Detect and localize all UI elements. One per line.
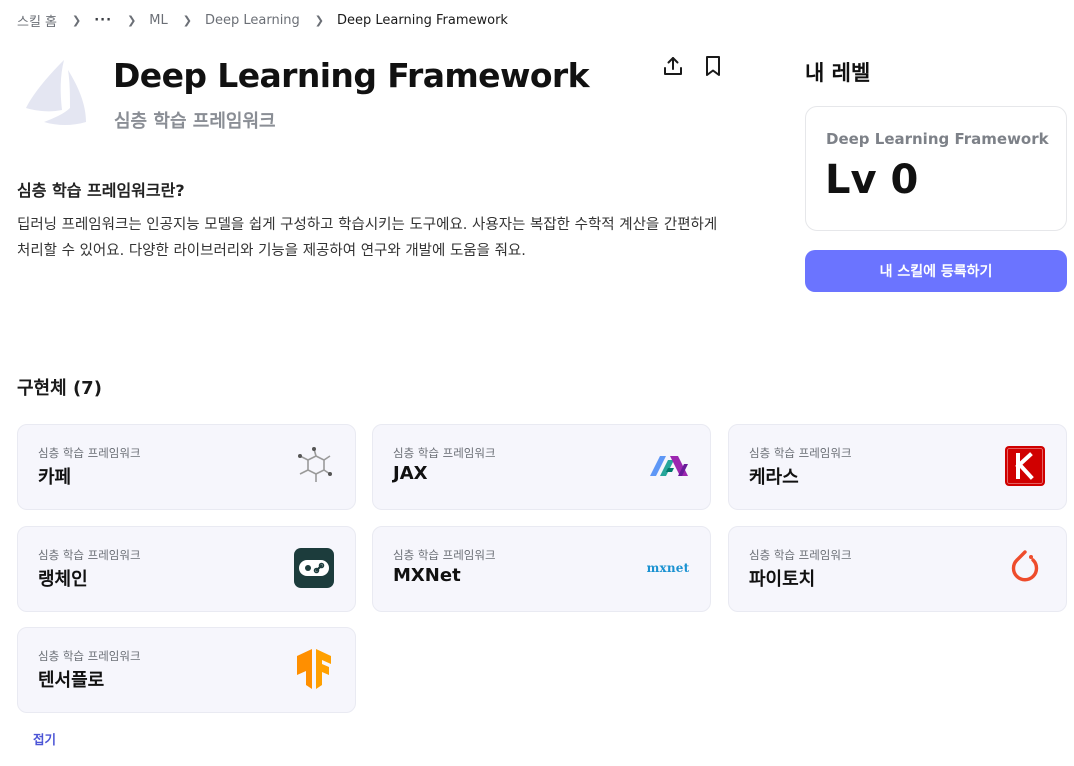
chevron-right-icon: ❯	[182, 13, 192, 27]
jax-icon	[648, 445, 690, 487]
about-description: 딥러닝 프레임워크는 인공지능 모델을 쉽게 구성하고 학습시키는 도구에요. …	[17, 217, 718, 259]
impl-card-jax[interactable]: 심층 학습 프레임워크 JAX	[372, 424, 711, 510]
breadcrumb-ml[interactable]: ML	[149, 13, 167, 28]
pytorch-icon	[1004, 547, 1046, 589]
impl-card-pytorch[interactable]: 심층 학습 프레임워크 파이토치	[728, 526, 1067, 612]
register-skill-button[interactable]: 내 스킬에 등록하기	[805, 250, 1067, 292]
page-subtitle: 심층 학습 프레임워크	[114, 111, 276, 132]
mxnet-icon: mxnet	[644, 547, 692, 589]
caffe-molecule-icon	[293, 445, 335, 487]
impl-card-name: 파이토치	[749, 569, 816, 590]
chevron-right-icon: ❯	[314, 13, 325, 27]
chevron-right-icon: ❯	[72, 13, 82, 27]
tensorflow-icon	[293, 648, 335, 690]
impl-card-tensorflow[interactable]: 심층 학습 프레임워크 텐서플로	[17, 627, 356, 713]
impl-card-category: 심층 학습 프레임워크	[393, 548, 496, 562]
impl-card-category: 심층 학습 프레임워크	[38, 649, 141, 663]
level-value: Lv 0	[825, 157, 919, 203]
breadcrumb-more[interactable]: ···	[94, 13, 112, 28]
impl-card-name: MXNet	[393, 565, 461, 586]
impl-card-category: 심층 학습 프레임워크	[38, 446, 141, 460]
impl-card-category: 심층 학습 프레임워크	[393, 446, 496, 460]
impl-card-name: 텐서플로	[38, 670, 105, 691]
breadcrumb-current: Deep Learning Framework	[337, 12, 508, 28]
impl-card-category: 심층 학습 프레임워크	[749, 446, 852, 460]
impl-card-category: 심층 학습 프레임워크	[38, 548, 141, 562]
impl-card-langchain[interactable]: 심층 학습 프레임워크 랭체인	[17, 526, 356, 612]
collapse-link[interactable]: 접기	[33, 729, 56, 748]
level-card: Deep Learning Framework Lv 0	[805, 106, 1067, 231]
impl-card-mxnet[interactable]: 심층 학습 프레임워크 MXNet mxnet	[372, 526, 711, 612]
level-skill-name: Deep Learning Framework	[826, 130, 1049, 148]
keras-icon	[1004, 445, 1046, 487]
share-icon	[664, 57, 682, 75]
bookmark-icon	[706, 56, 720, 76]
bookmark-button[interactable]	[700, 53, 726, 79]
sail-icon	[20, 56, 92, 132]
chevron-right-icon: ❯	[127, 13, 137, 27]
impl-card-caffe[interactable]: 심층 학습 프레임워크 카페	[17, 424, 356, 510]
mxnet-logo-text: mxnet	[646, 561, 690, 575]
impl-card-name: JAX	[393, 463, 428, 484]
langchain-icon	[293, 547, 335, 589]
impl-card-name: 케라스	[749, 467, 799, 488]
about-heading: 심층 학습 프레임워크란?	[17, 181, 185, 200]
breadcrumb-home[interactable]: 스킬 홈	[17, 11, 57, 30]
breadcrumb-deep-learning[interactable]: Deep Learning	[205, 13, 300, 28]
impl-card-category: 심층 학습 프레임워크	[749, 548, 852, 562]
impl-card-name: 랭체인	[38, 569, 88, 590]
impl-card-name: 카페	[38, 467, 72, 488]
share-button[interactable]	[660, 53, 686, 79]
impl-card-keras[interactable]: 심층 학습 프레임워크 케라스	[728, 424, 1067, 510]
implementations-heading: 구현체 (7)	[17, 378, 102, 399]
my-level-heading: 내 레벨	[805, 61, 871, 85]
breadcrumb: 스킬 홈 ❯ ··· ❯ ML ❯ Deep Learning ❯ Deep L…	[17, 11, 508, 30]
page-title: Deep Learning Framework	[113, 56, 590, 95]
